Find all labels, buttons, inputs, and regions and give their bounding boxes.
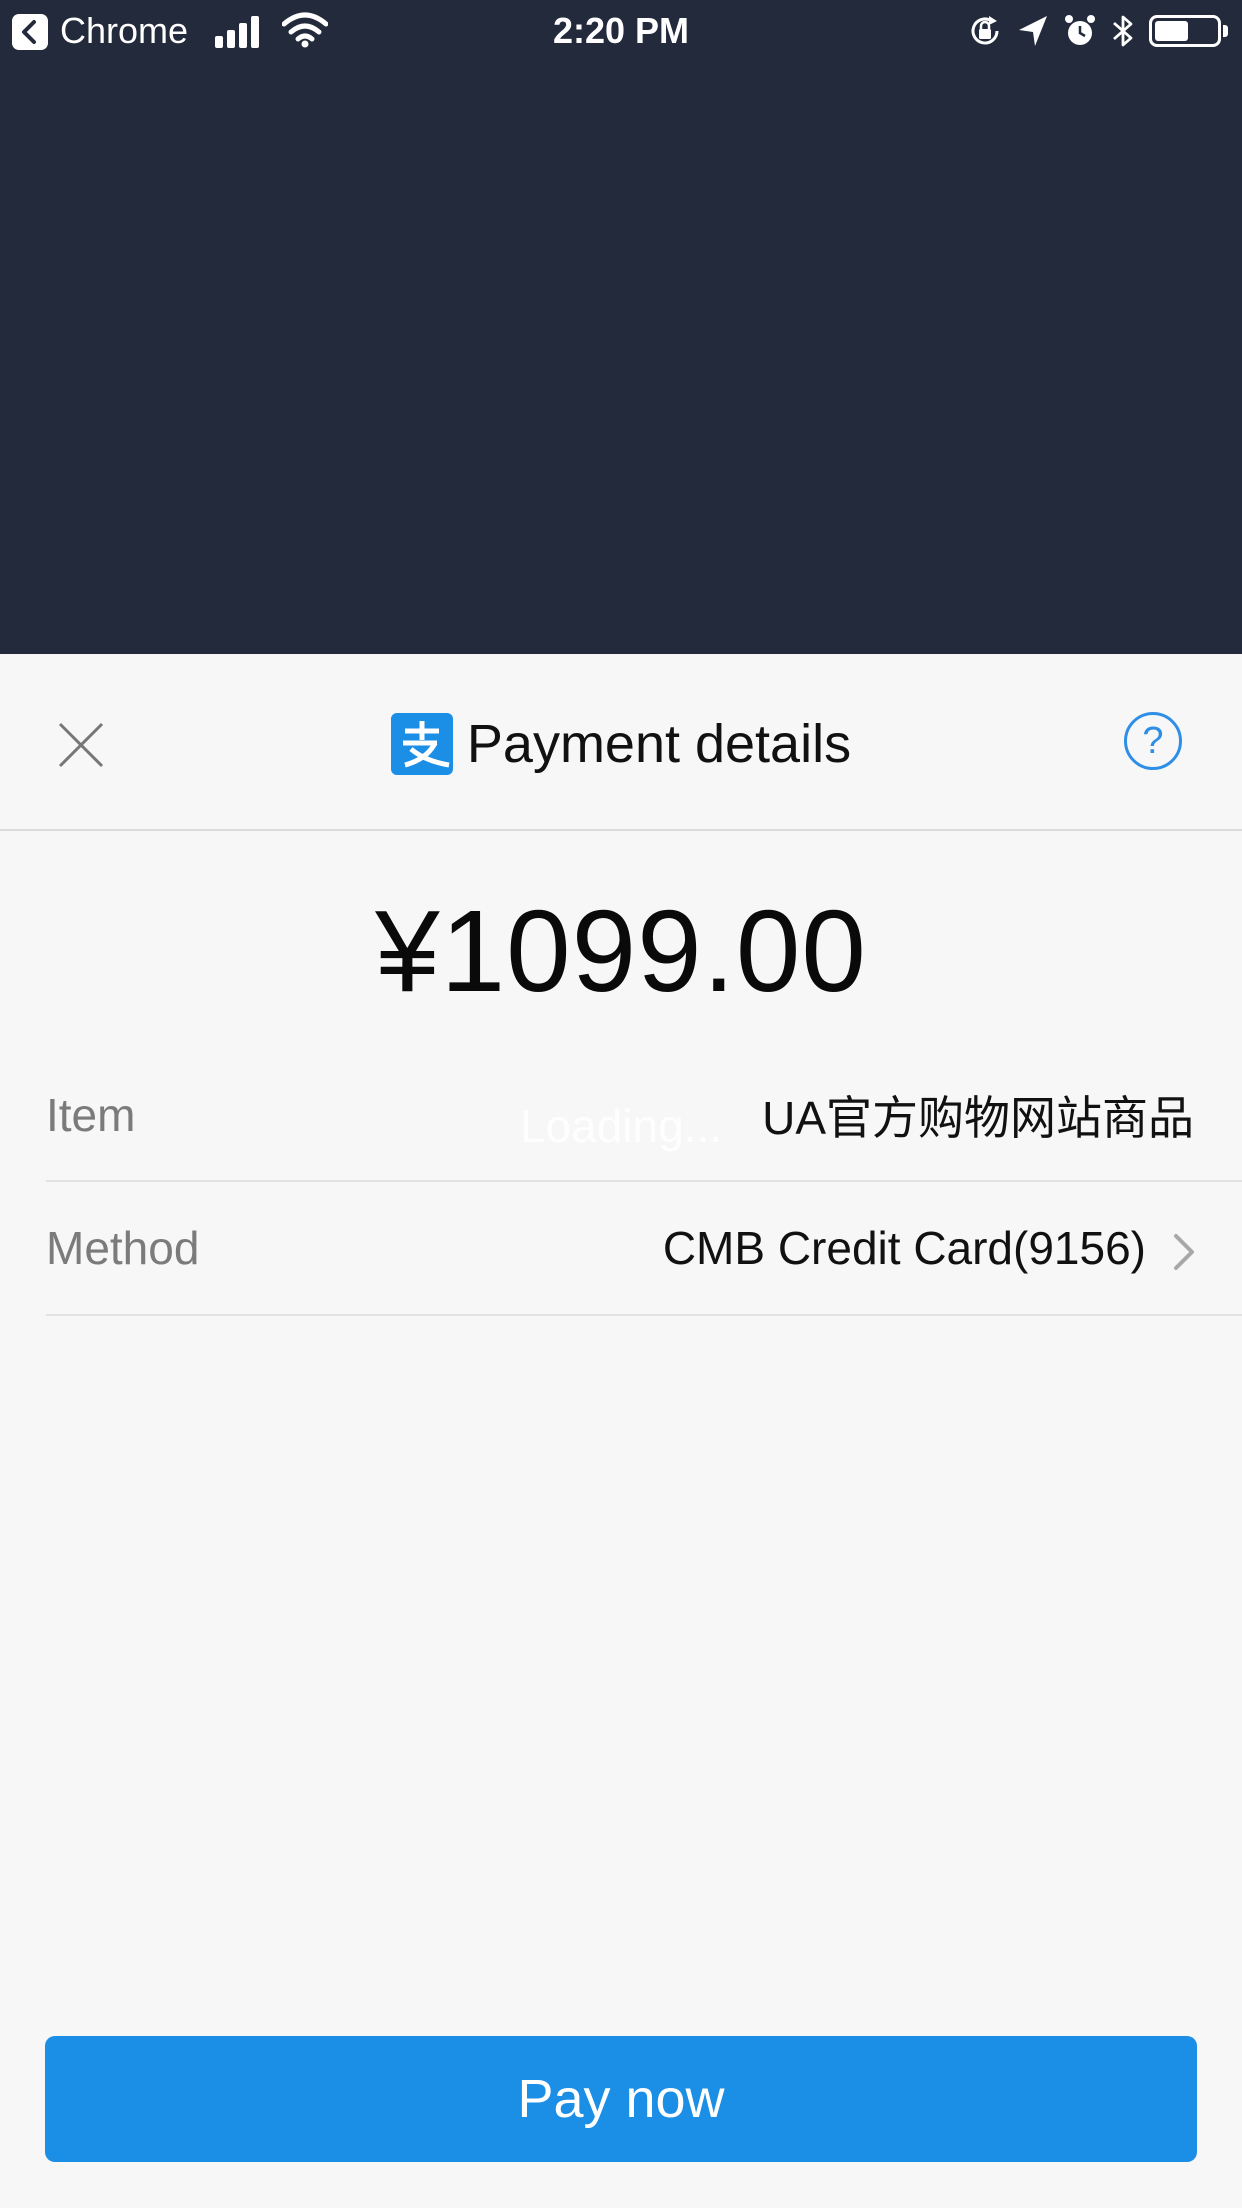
alipay-logo-icon bbox=[390, 713, 453, 775]
item-row: Item UA官方购物网站商品 bbox=[46, 1050, 1242, 1182]
screen: Chrome 2:20 PM Payment details ? ¥1099.0… bbox=[0, 0, 1242, 2208]
payment-sheet: Payment details ? ¥1099.00 Loading... It… bbox=[0, 654, 1242, 2208]
sheet-title-group: Payment details bbox=[0, 712, 1242, 776]
battery-fill bbox=[1155, 21, 1188, 41]
sheet-title: Payment details bbox=[466, 714, 852, 774]
item-value: UA官方购物网站商品 bbox=[762, 1092, 1194, 1144]
battery-icon bbox=[1149, 15, 1228, 47]
method-value[interactable]: CMB Credit Card(9156) bbox=[663, 1182, 1146, 1314]
payment-method-row[interactable]: Method CMB Credit Card(9156) bbox=[46, 1182, 1242, 1316]
battery-outline bbox=[1149, 15, 1221, 47]
status-bar: Chrome 2:20 PM bbox=[0, 0, 1242, 62]
sheet-header: Payment details ? bbox=[0, 654, 1242, 831]
method-label: Method bbox=[46, 1222, 200, 1274]
status-right-icons bbox=[967, 10, 1228, 52]
orientation-lock-icon bbox=[971, 16, 999, 45]
item-label: Item bbox=[46, 1089, 136, 1141]
pay-now-button[interactable]: Pay now bbox=[45, 2036, 1197, 2162]
bluetooth-icon bbox=[1113, 15, 1133, 47]
chevron-right-icon[interactable] bbox=[1170, 1232, 1200, 1272]
help-icon[interactable]: ? bbox=[1124, 712, 1182, 770]
payment-amount: ¥1099.00 bbox=[375, 886, 867, 1016]
alarm-icon bbox=[1065, 15, 1095, 45]
location-icon bbox=[1019, 16, 1047, 46]
battery-tip bbox=[1223, 25, 1228, 37]
